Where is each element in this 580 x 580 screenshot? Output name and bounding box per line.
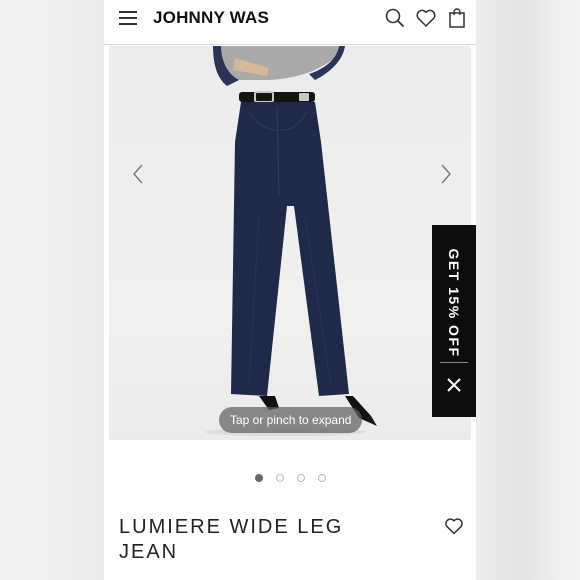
mobile-page: JOHNNY WAS Tap or pinch to expand LUMIER… [104,0,476,580]
brand-logo[interactable]: JOHNNY WAS [153,8,269,28]
product-image[interactable]: Tap or pinch to expand [109,46,471,440]
chevron-right-icon[interactable] [436,162,456,186]
expand-hint: Tap or pinch to expand [219,407,363,433]
pagination-dot[interactable] [276,474,284,482]
menu-icon[interactable] [119,11,137,25]
chevron-left-icon[interactable] [128,162,148,186]
promo-divider [440,362,468,363]
heart-outline-icon[interactable] [444,516,464,536]
pagination-dot[interactable] [318,474,326,482]
promo-tab[interactable]: GET 15% OFF [432,225,476,417]
heart-icon[interactable] [415,7,437,29]
search-icon[interactable] [384,7,406,29]
shopping-bag-icon[interactable] [446,7,468,29]
pagination-dot[interactable] [255,474,263,482]
gallery-pagination [104,474,476,484]
site-header: JOHNNY WAS [104,0,476,45]
product-title: LUMIERE WIDE LEG JEAN [119,515,369,565]
close-icon[interactable] [444,375,464,395]
promo-label[interactable]: GET 15% OFF [436,243,472,363]
product-title-line: JEAN [119,541,179,563]
background-left [0,0,104,580]
product-photo [205,46,377,436]
background-right [476,0,580,580]
pagination-dot[interactable] [297,474,305,482]
product-title-line: LUMIERE WIDE LEG [119,516,344,538]
